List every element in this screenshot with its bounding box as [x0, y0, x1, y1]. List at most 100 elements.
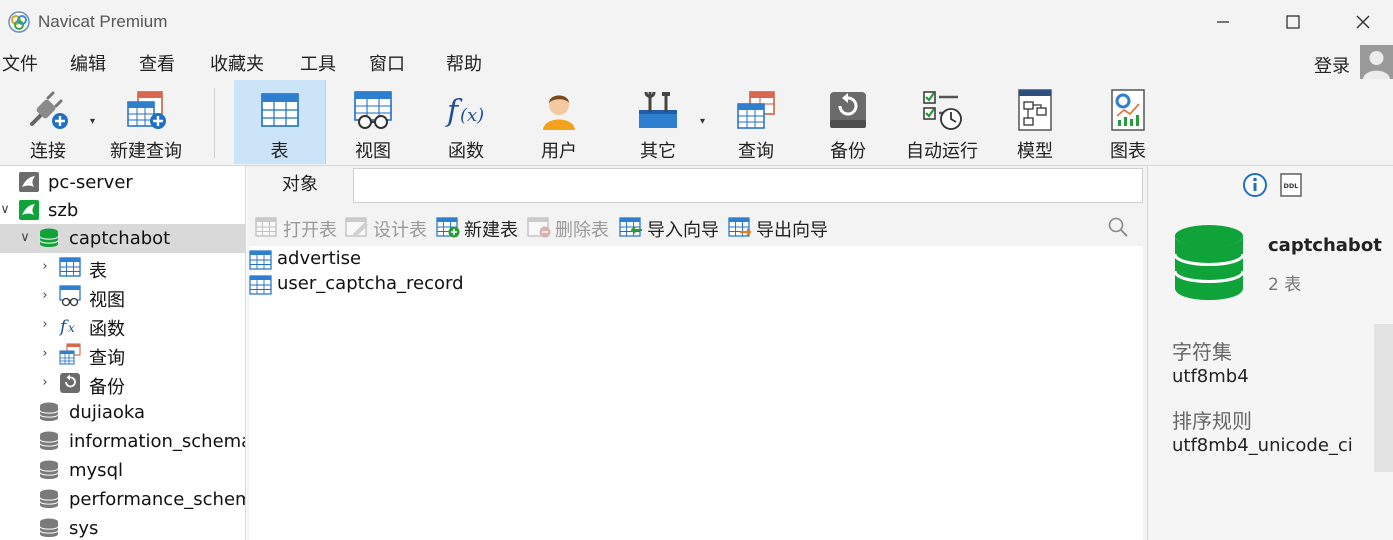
ddl-icon[interactable]: DDL	[1278, 172, 1304, 198]
toolbar-user-button[interactable]: 用户	[513, 80, 605, 164]
toolbar-query-label: 查询	[738, 141, 774, 162]
tree-db-captchabot[interactable]: ∨ captchabot	[0, 224, 245, 253]
tree-group-queries[interactable]: › 查询	[0, 340, 245, 369]
login-link[interactable]: 登录	[1314, 52, 1350, 78]
function-icon: f (x)	[445, 94, 484, 129]
avatar[interactable]	[1360, 45, 1393, 79]
info-scrollbar[interactable]	[1374, 324, 1393, 472]
toolbar-table-label: 表	[270, 141, 289, 162]
tree-db-label: information_schema	[69, 431, 246, 452]
menu-window[interactable]: 窗口	[369, 50, 405, 76]
database-icon	[1173, 225, 1245, 300]
tree-group-functions[interactable]: › f x 函数	[0, 311, 245, 340]
menu-tools[interactable]: 工具	[300, 50, 336, 76]
toolbar-other-button[interactable]: 其它	[612, 80, 704, 164]
database-icon	[39, 518, 59, 537]
menu-edit[interactable]: 编辑	[70, 50, 106, 76]
info-icon[interactable]	[1242, 172, 1268, 198]
toolbar-query-button[interactable]: 查询	[710, 80, 802, 164]
delete-table-label: 删除表	[555, 220, 609, 241]
import-icon	[619, 217, 642, 237]
toolbar-new-query-button[interactable]: 新建查询	[100, 80, 192, 164]
menu-view[interactable]: 查看	[139, 50, 175, 76]
menu-favorites[interactable]: 收藏夹	[210, 50, 264, 76]
tree-group-views[interactable]: › 视图	[0, 282, 245, 311]
toolbar-separator	[214, 88, 215, 158]
design-table-icon	[345, 217, 368, 237]
connect-dropdown-icon[interactable]: ▾	[90, 116, 95, 127]
object-filter-input[interactable]	[353, 168, 1143, 203]
tree-db-label: sys	[69, 518, 99, 539]
object-name: user_captcha_record	[277, 273, 464, 294]
menu-bar: 文件 编辑 查看 收藏夹 工具 窗口 帮助 登录	[0, 44, 1393, 80]
tree-db-label: mysql	[69, 460, 123, 481]
toolbar-backup-button[interactable]: 备份	[802, 80, 894, 164]
object-name: advertise	[277, 248, 362, 269]
export-wizard-label: 导出向导	[756, 220, 828, 241]
table-icon	[249, 250, 272, 270]
chevron-right-icon[interactable]: ›	[38, 317, 52, 333]
object-panel: 对象 打开表 设计表 新建表 删除表 导入向导 导出向导 advertise u…	[247, 166, 1147, 540]
backup-icon	[60, 373, 80, 393]
navigation-tree: pc-server ∨ szb ∨ captchabot › 表 › 视图 › …	[0, 166, 246, 540]
tree-group-backups[interactable]: › 备份	[0, 369, 245, 398]
svg-text:x: x	[68, 321, 75, 335]
table-count: 2 表	[1268, 275, 1302, 295]
toolbar-chart-button[interactable]: 图表	[1082, 80, 1174, 164]
toolbar-table-button[interactable]: 表	[234, 80, 326, 164]
mysql-connection-icon	[19, 200, 39, 220]
chevron-down-icon[interactable]: ∨	[0, 202, 12, 218]
tree-group-label: 表	[89, 261, 107, 282]
toolbar-function-button[interactable]: f (x) 函数	[420, 80, 512, 164]
toolbar-automation-button[interactable]: 自动运行	[895, 80, 989, 164]
menu-help[interactable]: 帮助	[446, 50, 482, 76]
backup-icon	[830, 92, 866, 128]
close-button[interactable]	[1340, 0, 1386, 44]
database-icon	[39, 431, 59, 450]
new-table-icon	[436, 217, 460, 238]
tree-db-sys[interactable]: sys	[0, 514, 245, 540]
tree-db-label: dujiaoka	[69, 402, 146, 423]
open-table-label: 打开表	[283, 220, 337, 241]
tree-db-performance-schema[interactable]: performance_schema	[0, 485, 245, 514]
new-table-label: 新建表	[464, 220, 518, 241]
toolbar-backup-label: 备份	[830, 141, 866, 162]
chevron-down-icon[interactable]: ∨	[18, 230, 32, 246]
db-name: captchabot	[1268, 235, 1382, 256]
other-dropdown-icon[interactable]: ▾	[700, 116, 705, 127]
tree-db-label: captchabot	[69, 228, 171, 249]
query-icon	[59, 343, 81, 365]
tree-group-label: 函数	[89, 319, 125, 340]
menu-file[interactable]: 文件	[2, 50, 38, 76]
tree-group-tables[interactable]: › 表	[0, 253, 245, 282]
chevron-right-icon[interactable]: ›	[38, 346, 52, 362]
maximize-icon	[1286, 15, 1300, 29]
toolbar-model-button[interactable]: 模型	[989, 80, 1081, 164]
tree-connection-szb[interactable]: ∨ szb	[0, 196, 245, 225]
maximize-button[interactable]	[1270, 0, 1316, 44]
minimize-button[interactable]	[1200, 0, 1246, 44]
toolbar-model-label: 模型	[1017, 141, 1053, 162]
database-icon	[39, 489, 59, 508]
info-panel: DDL captchabot 2 表 字符集 utf8mb4 排序规则 utf8…	[1147, 166, 1393, 540]
database-icon	[39, 402, 59, 421]
navicat-logo-icon	[8, 11, 30, 33]
chevron-right-icon[interactable]: ›	[38, 288, 52, 304]
search-icon[interactable]	[1107, 216, 1129, 238]
toolbar-view-button[interactable]: 视图	[327, 80, 419, 164]
title-bar: Navicat Premium	[0, 0, 1393, 44]
tree-group-label: 视图	[89, 290, 125, 311]
svg-text:DDL: DDL	[1284, 182, 1299, 190]
tree-db-information-schema[interactable]: information_schema	[0, 427, 246, 456]
collation-label: 排序规则	[1172, 409, 1252, 433]
chevron-right-icon[interactable]: ›	[38, 375, 52, 391]
tab-objects[interactable]: 对象	[247, 166, 353, 204]
toolbar-connect-button[interactable]: 连接	[2, 80, 94, 164]
tree-db-dujiaoka[interactable]: dujiaoka	[0, 398, 245, 427]
tools-icon	[639, 91, 677, 128]
chevron-right-icon[interactable]: ›	[38, 259, 52, 275]
tree-connection-pc-server[interactable]: pc-server	[0, 168, 245, 197]
new-query-icon	[127, 91, 166, 129]
tree-db-mysql[interactable]: mysql	[0, 456, 245, 485]
function-icon: f x	[59, 317, 75, 336]
